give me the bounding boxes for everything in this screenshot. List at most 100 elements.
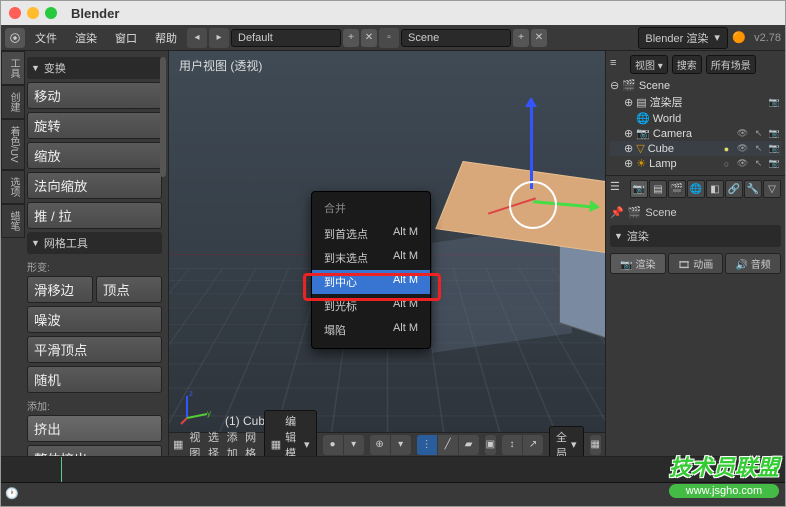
layout-remove-icon[interactable]: ✕ [361,29,377,47]
select-menu[interactable]: 选择 [208,429,221,457]
object-tab-icon[interactable]: ◧ [706,180,724,198]
mode-dropdown[interactable]: ▦ 编辑模式 ▾ [264,410,317,457]
tab-create[interactable]: 创建 [1,85,25,119]
editor-type-icon[interactable]: ☰ [610,180,626,196]
manip-translate-icon[interactable]: ↗ [523,435,543,455]
maximize-window-icon[interactable] [45,7,57,19]
pushpull-button[interactable]: 推 / 拉 [27,202,162,229]
tab-tools[interactable]: 工具 [1,51,25,85]
scale-button[interactable]: 缩放 [27,142,162,169]
editor-type-icon[interactable] [5,28,25,48]
layout-add-icon[interactable]: + [343,29,359,47]
tab-shading[interactable]: 着色/UV [1,119,25,170]
merge-at-first[interactable]: 到首选点Alt M [312,222,430,246]
merge-at-center[interactable]: 到中心Alt M [312,270,430,294]
scene-icon[interactable]: ▫ [379,28,399,48]
shrink-button[interactable]: 法向缩放 [27,172,162,199]
close-window-icon[interactable] [9,7,21,19]
tree-lamp[interactable]: ⊕☀Lamp○👁↖📷 [610,156,781,171]
editor-type-icon[interactable]: ≡ [610,57,626,73]
data-tab-icon[interactable]: ▽ [763,180,781,198]
menu-file[interactable]: 文件 [27,30,65,46]
tree-world[interactable]: 🌐World [610,111,781,126]
outliner-filter-dropdown[interactable]: 所有场景 [706,55,756,74]
add-menu[interactable]: 添加 [227,429,240,457]
merge-collapse[interactable]: 塌陷Alt M [312,318,430,342]
animation-button[interactable]: 🎞 动画 [668,253,724,274]
render-button[interactable]: 📷 渲染 [610,253,666,274]
manipulator-center[interactable] [509,181,557,229]
editor-type-icon[interactable]: 🕐 [5,487,21,503]
menu-window[interactable]: 窗口 [107,30,145,46]
pin-icon[interactable]: 📌 [610,206,624,219]
constraints-tab-icon[interactable]: 🔗 [725,180,743,198]
lamp-data-icon[interactable]: ○ [720,157,733,170]
noise-button[interactable]: 噪波 [27,306,162,333]
screen-layout-dropdown[interactable]: Default [231,29,341,47]
tab-options[interactable]: 选项 [1,170,25,204]
layers-icon[interactable]: ▦ [590,435,601,455]
random-button[interactable]: 随机 [27,366,162,393]
translate-button[interactable]: 移动 [27,82,162,109]
merge-at-cursor[interactable]: 到光标Alt M [312,294,430,318]
edgeslide-button[interactable]: 滑移边 [27,276,93,303]
minimize-window-icon[interactable] [27,7,39,19]
forward-icon[interactable]: ▸ [209,28,229,48]
render-engine-dropdown[interactable]: Blender 渲染▾ [638,27,728,49]
cursor-icon[interactable]: ↖ [752,157,765,170]
scene-remove-icon[interactable]: ✕ [531,29,547,47]
limit-visible-icon[interactable]: ▣ [485,435,496,455]
edge-select-icon[interactable]: ╱ [438,435,458,455]
eye-icon[interactable]: 👁 [736,127,749,140]
audio-button[interactable]: 🔊 音频 [725,253,781,274]
pivot-icon[interactable]: ⊕ [370,435,390,455]
pivot-menu-icon[interactable]: ▾ [391,435,411,455]
tab-grease[interactable]: 蜡笔 [1,204,25,238]
render-icon[interactable]: 📷 [768,127,781,140]
modifiers-tab-icon[interactable]: 🔧 [744,180,762,198]
scene-tab-icon[interactable]: 🎬 [668,180,686,198]
scene-name[interactable]: Scene [645,207,676,219]
scene-add-icon[interactable]: + [513,29,529,47]
vertex-select-icon[interactable]: ⋮ [417,435,437,455]
manip-toggle-icon[interactable]: ↕ [502,435,522,455]
scrollbar[interactable] [160,57,166,177]
shading-solid-icon[interactable]: ● [323,435,343,455]
cursor-icon[interactable]: ↖ [752,142,765,155]
render-tab-icon[interactable]: 📷 [630,180,648,198]
transform-section-header[interactable]: ▼变换 [27,57,162,79]
menu-render[interactable]: 渲染 [67,30,105,46]
tree-camera[interactable]: ⊕📷Camera👁↖📷 [610,126,781,141]
render-icon[interactable]: 📷 [768,157,781,170]
world-tab-icon[interactable]: 🌐 [687,180,705,198]
renderlayers-tab-icon[interactable]: ▤ [649,180,667,198]
rotate-button[interactable]: 旋转 [27,112,162,139]
orientation-dropdown[interactable]: 全局 ▾ [549,426,584,457]
manipulator-z-axis[interactable] [530,99,533,189]
tree-cube[interactable]: ⊕▽Cube●👁↖📷 [610,141,781,156]
tree-scene[interactable]: ⊖🎬Scene [610,78,781,93]
material-icon[interactable]: ● [720,142,733,155]
eye-icon[interactable]: 👁 [736,142,749,155]
editor-type-icon[interactable]: ▦ [173,438,183,451]
shading-menu-icon[interactable]: ▾ [344,435,364,455]
vertslide-button[interactable]: 顶点 [96,276,162,303]
outliner-display-dropdown[interactable]: 视图 ▾ [630,55,668,74]
view-menu[interactable]: 视图 [189,429,202,457]
cursor-icon[interactable]: ↖ [752,127,765,140]
extrude-button[interactable]: 挤出 [27,415,162,442]
render-section-header[interactable]: ▼渲染 [610,225,781,247]
tree-renderlayers[interactable]: ⊕▤渲染层📷 [610,93,781,111]
menu-help[interactable]: 帮助 [147,30,185,46]
playhead[interactable] [61,457,62,482]
mesh-menu[interactable]: 网格 [245,429,258,457]
smoothvert-button[interactable]: 平滑顶点 [27,336,162,363]
render-icon[interactable]: 📷 [768,142,781,155]
timeline-track[interactable] [1,457,785,483]
scene-dropdown[interactable]: Scene [401,29,511,47]
restrict-render-icon[interactable]: 📷 [768,96,781,109]
outliner-search[interactable]: 搜索 [672,55,702,74]
merge-at-last[interactable]: 到末选点Alt M [312,246,430,270]
back-icon[interactable]: ◂ [187,28,207,48]
face-select-icon[interactable]: ▰ [459,435,479,455]
